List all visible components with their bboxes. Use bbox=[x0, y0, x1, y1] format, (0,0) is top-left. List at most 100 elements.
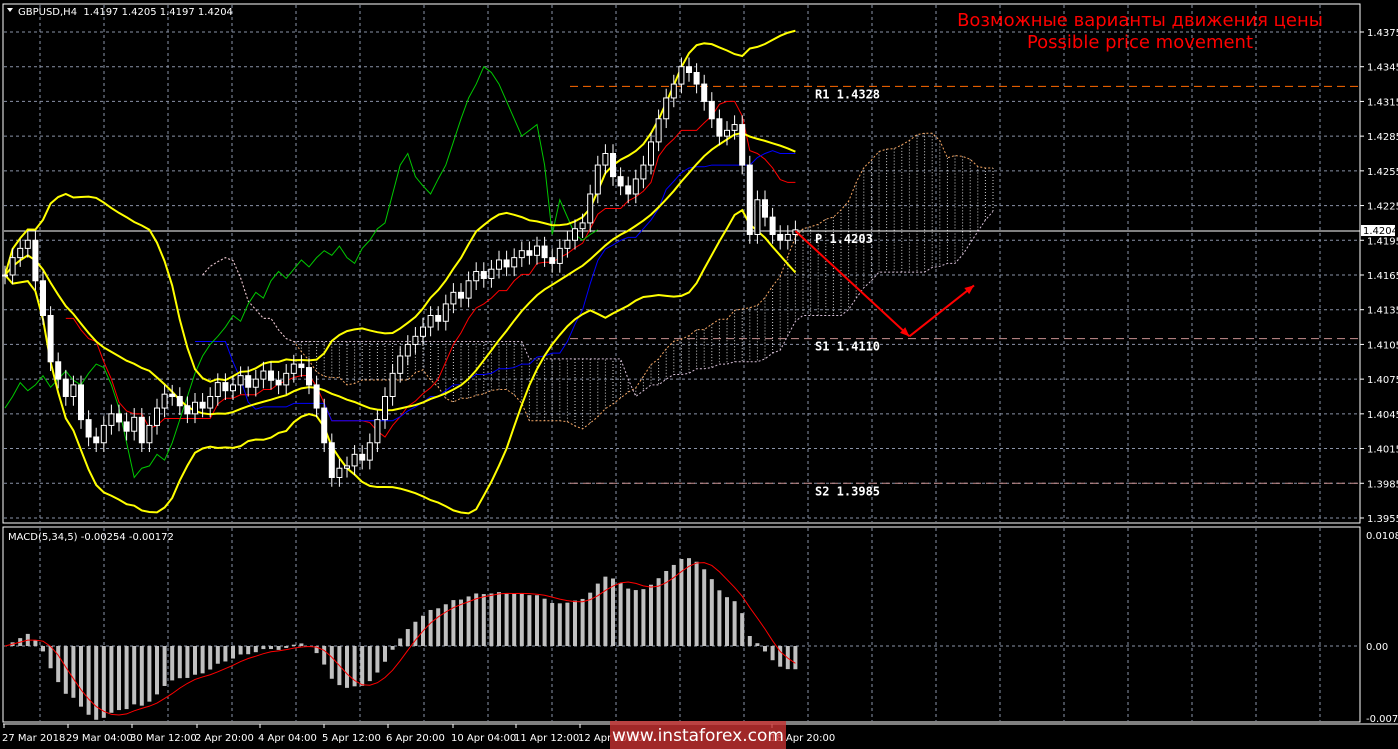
candle-body bbox=[47, 314, 54, 363]
macd-histogram-bar bbox=[740, 613, 745, 646]
macd-histogram-bar bbox=[231, 646, 235, 659]
macd-histogram-bar bbox=[489, 593, 494, 646]
candle-body bbox=[701, 83, 708, 102]
candle-body bbox=[245, 375, 252, 388]
candle-body bbox=[78, 384, 84, 421]
macd-histogram-bar bbox=[79, 646, 83, 707]
macd-histogram-bar bbox=[641, 589, 646, 646]
macd-histogram-bar bbox=[94, 646, 99, 720]
macd-histogram-bar bbox=[519, 593, 524, 646]
macd-histogram-bar bbox=[139, 646, 144, 706]
candle-body bbox=[260, 370, 267, 380]
candle-body bbox=[131, 416, 138, 432]
candle-body bbox=[230, 384, 236, 392]
trading-chart[interactable]: R1 1.4328 P 1.4203 S1 1.4110 S2 1.3985 1.43… bbox=[0, 0, 1398, 749]
candle-body bbox=[252, 378, 259, 388]
candle-body bbox=[70, 384, 77, 397]
macd-histogram-bar bbox=[177, 646, 182, 679]
macd-histogram-bar bbox=[512, 593, 517, 646]
annotation-title-en: Possible price movement bbox=[1027, 32, 1253, 53]
macd-histogram-bar bbox=[276, 646, 281, 650]
candle-body bbox=[397, 355, 404, 374]
candle-body bbox=[708, 100, 715, 120]
macd-histogram-bar bbox=[299, 643, 304, 646]
candle-body bbox=[237, 375, 244, 386]
macd-histogram-bar bbox=[193, 646, 197, 675]
candle-body bbox=[154, 407, 160, 426]
candle-body bbox=[526, 250, 533, 256]
candle-body bbox=[648, 141, 654, 166]
candle-body bbox=[427, 314, 434, 328]
candle-body bbox=[678, 66, 685, 85]
x-tick-label: 30 Mar 12:00 bbox=[130, 733, 197, 744]
x-tick-label: 6 Apr 20:00 bbox=[386, 733, 445, 744]
candle-body bbox=[716, 118, 723, 137]
macd-histogram-bar bbox=[595, 583, 600, 646]
macd-histogram-bar bbox=[793, 646, 798, 670]
pivot-label: P 1.4203 bbox=[815, 232, 873, 246]
macd-histogram-bar bbox=[246, 646, 251, 655]
y-tick-label: 1.3985 bbox=[1367, 479, 1398, 490]
symbol-info: GBPUSD,H4 1.4197 1.4205 1.4197 1.4204 bbox=[18, 7, 233, 18]
candle-body bbox=[62, 378, 69, 397]
candle-body bbox=[488, 268, 495, 279]
candle-body bbox=[549, 257, 556, 264]
candle-body bbox=[602, 152, 609, 166]
candle-body bbox=[739, 124, 746, 166]
macd-histogram-bar bbox=[709, 579, 714, 646]
macd-histogram-bar bbox=[565, 602, 570, 646]
candle-body bbox=[93, 436, 100, 444]
macd-histogram-bar bbox=[763, 646, 767, 652]
candle-body bbox=[610, 152, 616, 178]
candle-body bbox=[511, 257, 518, 268]
candle-body bbox=[321, 407, 328, 444]
candle-body bbox=[480, 271, 487, 279]
candle-body bbox=[579, 222, 586, 230]
candle-body bbox=[298, 363, 305, 369]
candle-body bbox=[617, 176, 624, 187]
macd-histogram-bar bbox=[162, 646, 167, 686]
pivot-label: S1 1.4110 bbox=[815, 340, 880, 354]
x-tick-label: 11 Apr 12:00 bbox=[514, 733, 579, 744]
y-tick-label: 1.4285 bbox=[1367, 132, 1398, 143]
candle-body bbox=[85, 419, 92, 438]
macd-histogram-bar bbox=[253, 646, 258, 653]
macd-histogram-bar bbox=[656, 578, 661, 646]
macd-histogram-bar bbox=[770, 646, 775, 661]
candle-body bbox=[351, 453, 358, 467]
candle-body bbox=[686, 66, 692, 73]
macd-histogram-bar bbox=[747, 635, 752, 646]
macd-histogram-bar bbox=[603, 576, 608, 646]
candle-body bbox=[283, 372, 290, 386]
candle-body bbox=[366, 442, 373, 461]
macd-histogram-bar bbox=[428, 609, 433, 646]
macd-histogram-bar bbox=[269, 646, 273, 650]
macd-histogram-bar bbox=[580, 598, 585, 646]
macd-histogram-bar bbox=[215, 646, 220, 664]
macd-histogram-bar bbox=[497, 592, 501, 646]
macd-histogram-bar bbox=[33, 640, 38, 646]
candle-body bbox=[465, 280, 472, 299]
macd-histogram-bar bbox=[481, 594, 486, 646]
macd-histogram-bar bbox=[261, 646, 266, 650]
candle-body bbox=[268, 370, 274, 381]
macd-histogram-bar bbox=[291, 644, 296, 646]
y-tick-label: 1.4075 bbox=[1367, 375, 1398, 386]
macd-y-tick-label: 0.01083 bbox=[1366, 531, 1398, 542]
current-price-label: 1.4204 bbox=[1363, 226, 1398, 237]
macd-histogram-bar bbox=[573, 600, 577, 646]
macd-histogram-bar bbox=[56, 646, 61, 683]
candle-body bbox=[587, 193, 594, 224]
macd-histogram-bar bbox=[398, 638, 403, 646]
candle-body bbox=[450, 291, 457, 305]
macd-histogram-bar bbox=[557, 603, 562, 646]
macd-histogram-bar bbox=[504, 593, 509, 646]
y-tick-label: 1.4135 bbox=[1367, 306, 1398, 317]
candle-body bbox=[518, 250, 525, 259]
candle-body bbox=[382, 395, 388, 421]
candle-body bbox=[632, 178, 639, 195]
macd-histogram-bar bbox=[732, 601, 737, 646]
candle-body bbox=[435, 314, 442, 322]
macd-histogram-bar bbox=[109, 646, 114, 713]
candle-body bbox=[328, 442, 335, 478]
